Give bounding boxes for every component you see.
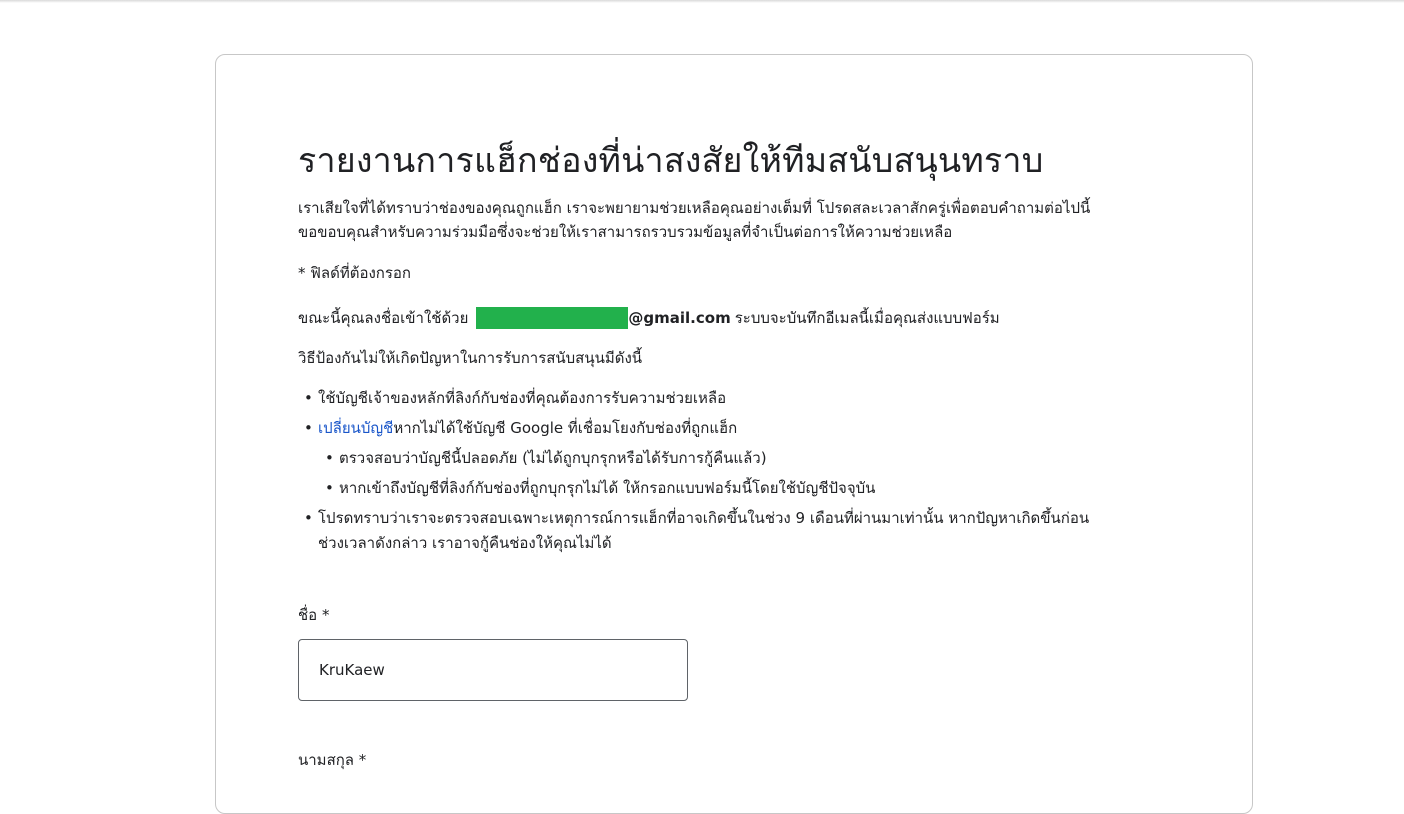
list-item: • เปลี่ยนบัญชีหากไม่ได้ใช้บัญชี Google ท… bbox=[304, 416, 738, 441]
list-item: • หากเข้าถึงบัญชีที่ลิงก์กับช่องที่ถูกบุ… bbox=[325, 476, 876, 501]
signin-suffix: ระบบจะบันทึกอีเมลนี้เมื่อคุณส่งแบบฟอร์ม bbox=[734, 309, 1000, 327]
required-fields-note: * ฟิลด์ที่ต้องกรอก bbox=[298, 264, 412, 282]
intro-line-1: เราเสียใจที่ได้ทราบว่าช่องของคุณถูกแฮ็ก … bbox=[298, 199, 1091, 217]
intro-line-2: ขอขอบคุณสำหรับความร่วมมือซึ่งจะช่วยให้เร… bbox=[298, 223, 953, 241]
list-item: • โปรดทราบว่าเราจะตรวจสอบเฉพาะเหตุการณ์ก… bbox=[304, 506, 1090, 556]
tip-switch-account-text: หากไม่ได้ใช้บัญชี Google ที่เชื่อมโยงกับ… bbox=[393, 419, 738, 437]
bullet-icon: • bbox=[304, 389, 313, 407]
switch-account-link[interactable]: เปลี่ยนบัญชี bbox=[318, 419, 393, 437]
last-name-label: นามสกุล * bbox=[298, 751, 367, 769]
bullet-icon: • bbox=[304, 419, 313, 437]
list-item: • ตรวจสอบว่าบัญชีนี้ปลอดภัย (ไม่ได้ถูกบุ… bbox=[325, 446, 767, 471]
email-domain: @gmail.com bbox=[628, 309, 731, 327]
first-name-input[interactable] bbox=[298, 639, 688, 701]
signin-status: ขณะนี้คุณลงชื่อเข้าใช้ด้วย @gmail.com ระ… bbox=[298, 307, 1000, 329]
bullet-icon: • bbox=[325, 449, 334, 467]
bullet-icon: • bbox=[325, 479, 334, 497]
first-name-label: ชื่อ * bbox=[298, 606, 330, 624]
tip-current-account: หากเข้าถึงบัญชีที่ลิงก์กับช่องที่ถูกบุกร… bbox=[339, 479, 876, 497]
page-title: รายงานการแฮ็กช่องที่น่าสงสัยให้ทีมสนับสน… bbox=[298, 141, 1044, 181]
bullet-icon: • bbox=[304, 509, 313, 527]
tips-heading: วิธีป้องกันไม่ให้เกิดปัญหาในการรับการสนั… bbox=[298, 349, 643, 367]
tip-check-safe: ตรวจสอบว่าบัญชีนี้ปลอดภัย (ไม่ได้ถูกบุกร… bbox=[339, 449, 767, 467]
window-top-edge bbox=[0, 0, 1404, 3]
tip-9-months-line-2: ช่วงเวลาดังกล่าว เราอาจกู้คืนช่องให้คุณไ… bbox=[318, 534, 612, 552]
redacted-email-block bbox=[476, 307, 629, 329]
tip-9-months-line-1: โปรดทราบว่าเราจะตรวจสอบเฉพาะเหตุการณ์การ… bbox=[318, 509, 1090, 527]
list-item: • ใช้บัญชีเจ้าของหลักที่ลิงก์กับช่องที่ค… bbox=[304, 386, 727, 411]
intro-text: เราเสียใจที่ได้ทราบว่าช่องของคุณถูกแฮ็ก … bbox=[298, 196, 1178, 244]
tip-primary-owner: ใช้บัญชีเจ้าของหลักที่ลิงก์กับช่องที่คุณ… bbox=[318, 389, 727, 407]
signin-prefix: ขณะนี้คุณลงชื่อเข้าใช้ด้วย bbox=[298, 309, 469, 327]
